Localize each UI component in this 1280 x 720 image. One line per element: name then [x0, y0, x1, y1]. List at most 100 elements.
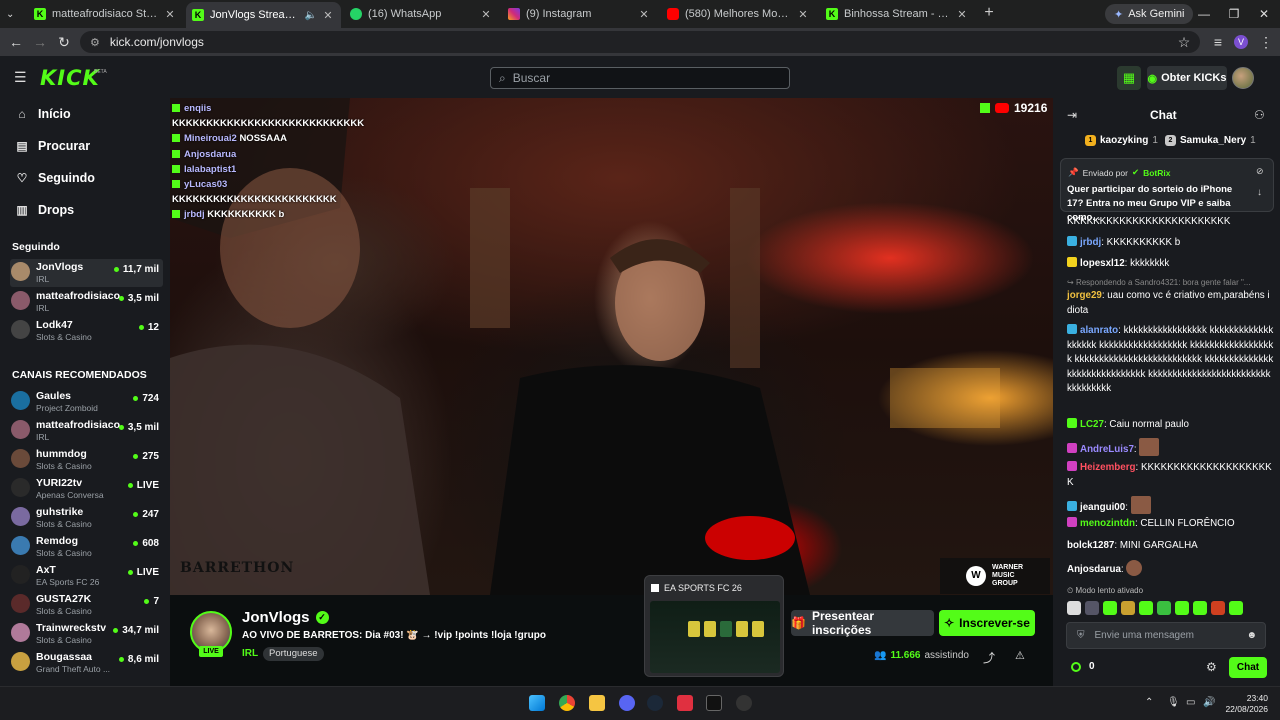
close-icon[interactable]: ✕	[637, 8, 651, 21]
sidebar-channel[interactable]: guhstrike Slots & Casino 247	[10, 504, 163, 532]
file-explorer-icon[interactable]	[589, 695, 605, 711]
quick-emote[interactable]	[1229, 601, 1243, 615]
tray-chevron-icon[interactable]: ⌃	[1145, 697, 1153, 708]
media-control-icon[interactable]: ≡	[1210, 34, 1226, 50]
browser-tab[interactable]: K matteafrodisiaco Stream - Watch ✕	[28, 3, 183, 25]
windows-start-icon[interactable]	[529, 695, 545, 711]
chat-settings-gear-icon[interactable]: ⚙	[1206, 660, 1217, 674]
close-icon[interactable]: ✕	[955, 8, 969, 21]
hamburger-menu-icon[interactable]: ☰	[14, 70, 28, 84]
stream-category[interactable]: IRL	[242, 648, 258, 659]
site-info-icon[interactable]: ⚙	[90, 36, 100, 49]
volume-icon[interactable]: 🔊	[1203, 697, 1215, 708]
sidebar-channel[interactable]: matteafrodisiaco IRL 3,5 mil	[10, 288, 163, 316]
sidebar-channel[interactable]: Bougassaa Grand Theft Auto ... 8,6 mil	[10, 649, 163, 677]
discord-icon[interactable]	[619, 695, 635, 711]
user-avatar[interactable]	[1232, 67, 1254, 89]
close-icon[interactable]: ✕	[321, 9, 335, 22]
chrome-icon[interactable]	[559, 695, 575, 711]
chat-username[interactable]: jorge29	[1067, 290, 1102, 301]
browser-tab-active[interactable]: K JonVlogs Stream - Watch Li 🔈 ✕	[186, 2, 341, 28]
chat-username[interactable]: menozintdn	[1080, 518, 1135, 529]
browser-tab[interactable]: (580) Melhores Momentos da ✕	[661, 3, 816, 25]
language-tag[interactable]: Portuguese	[263, 647, 324, 661]
chat-users-icon[interactable]: ⚇	[1254, 108, 1265, 122]
bookmark-star-icon[interactable]: ☆	[1176, 34, 1192, 50]
chat-message-input[interactable]: ⛨ Envie uma mensagem ☻	[1066, 622, 1266, 649]
sidebar-item-following[interactable]: ♡ Seguindo	[16, 171, 95, 185]
kicks-wallet-icon[interactable]: ▦	[1117, 66, 1141, 90]
sidebar-channel[interactable]: Remdog Slots & Casino 608	[10, 533, 163, 561]
expand-pin-icon[interactable]: ↓	[1257, 187, 1262, 198]
browser-tab[interactable]: (16) WhatsApp ✕	[344, 3, 499, 25]
report-icon[interactable]: ⚠	[1015, 649, 1025, 662]
profile-avatar[interactable]: V	[1234, 35, 1248, 49]
system-clock[interactable]: 23:40 22/08/2026	[1222, 693, 1268, 715]
sidebar-channel[interactable]: YURI22tv Apenas Conversa LIVE	[10, 475, 163, 503]
app-red-icon[interactable]	[677, 695, 693, 711]
sidebar-channel[interactable]: AxT EA Sports FC 26 LIVE	[10, 562, 163, 590]
emoji-icon[interactable]: ☻	[1246, 630, 1257, 641]
kick-logo[interactable]: KICK	[40, 66, 100, 90]
quick-emote[interactable]	[1103, 601, 1117, 615]
taskbar-window-preview[interactable]: EA SPORTS FC 26	[644, 575, 784, 677]
sidebar-channel[interactable]: Gaules Project Zomboid 724	[10, 388, 163, 416]
sidebar-channel[interactable]: GUSTA27K Slots & Casino 7	[10, 591, 163, 619]
microphone-icon[interactable]: 🎙	[1167, 697, 1180, 708]
quick-emote[interactable]	[1067, 601, 1081, 615]
top-gifter[interactable]: 2 Samuka_Nery 1	[1165, 135, 1256, 146]
quick-emote[interactable]	[1175, 601, 1189, 615]
subscribe-button[interactable]: ✧ Inscrever-se	[939, 610, 1035, 636]
sidebar-item-browse[interactable]: ▤ Procurar	[16, 139, 90, 153]
browser-tab[interactable]: K Binhossa Stream - Watch Live o ✕	[820, 3, 975, 25]
app-gray-icon[interactable]	[736, 695, 752, 711]
forward-arrow-icon[interactable]: →	[32, 34, 48, 50]
more-menu-icon[interactable]: ⋮	[1258, 34, 1274, 50]
minimize-icon[interactable]: —	[1196, 6, 1212, 22]
back-arrow-icon[interactable]: ←	[8, 34, 24, 50]
chat-username[interactable]: Anjosdarua	[1067, 564, 1121, 575]
url-field[interactable]: ⚙ kick.com/jonvlogs	[80, 31, 1200, 53]
ask-gemini-button[interactable]: ✦ Ask Gemini	[1105, 4, 1194, 24]
close-icon[interactable]: ✕	[479, 8, 493, 21]
sidebar-channel[interactable]: JonVlogs IRL 11,7 mil	[10, 259, 163, 287]
search-input[interactable]: ⌕ Buscar	[490, 67, 790, 89]
gift-subs-button[interactable]: 🎁 Presentear inscrições	[791, 609, 934, 637]
ea-sports-fc-icon[interactable]	[706, 695, 722, 711]
reload-icon[interactable]: ↻	[56, 34, 72, 50]
close-window-icon[interactable]: ✕	[1256, 6, 1272, 22]
quick-emote[interactable]	[1139, 601, 1153, 615]
speaker-icon[interactable]: 🔈	[305, 10, 317, 21]
quick-emote[interactable]	[1211, 601, 1225, 615]
chat-username[interactable]: lopesxl12	[1080, 258, 1125, 269]
close-icon[interactable]: ✕	[163, 8, 177, 21]
share-icon[interactable]: ⤴	[983, 649, 995, 666]
chat-username[interactable]: jrbdj	[1080, 237, 1101, 248]
quick-emote[interactable]	[1085, 601, 1099, 615]
tab-search-icon[interactable]: ⌄	[0, 3, 26, 25]
send-chat-button[interactable]: Chat	[1229, 657, 1267, 678]
chat-username[interactable]: AndreLuis7	[1080, 444, 1134, 455]
chat-username[interactable]: LC27	[1080, 419, 1104, 430]
chat-username[interactable]: Heizemberg	[1080, 462, 1136, 473]
hide-pin-icon[interactable]: ⊘	[1256, 166, 1264, 177]
chat-username[interactable]: bolck1287	[1067, 540, 1114, 551]
quick-emote[interactable]	[1193, 601, 1207, 615]
sidebar-item-home[interactable]: ⌂ Início	[16, 107, 70, 121]
sidebar-channel[interactable]: hummdog Slots & Casino 275	[10, 446, 163, 474]
chat-username[interactable]: alanrato	[1080, 325, 1118, 336]
maximize-icon[interactable]: ❐	[1226, 6, 1242, 22]
get-kicks-button[interactable]: ◉ Obter KICKs	[1147, 66, 1227, 90]
steam-icon[interactable]	[647, 695, 663, 711]
pinned-message[interactable]: 📌 Enviado por ✔ BotRix Quer participar do s…	[1060, 158, 1274, 223]
sidebar-channel[interactable]: matteafrodisiaco IRL 3,5 mil	[10, 417, 163, 445]
quick-emote[interactable]	[1157, 601, 1171, 615]
new-tab-button[interactable]: +	[981, 5, 997, 21]
sidebar-channel[interactable]: Trainwreckstv Slots & Casino 34,7 mil	[10, 620, 163, 648]
sidebar-item-drops[interactable]: ▥ Drops	[16, 203, 74, 217]
top-gifter[interactable]: 1 kaozyking 1	[1085, 135, 1158, 146]
network-icon[interactable]: ▭	[1186, 697, 1195, 708]
quick-emote[interactable]	[1121, 601, 1135, 615]
kicks-balance[interactable]: 0	[1071, 661, 1095, 672]
sidebar-channel[interactable]: Lodk47 Slots & Casino 12	[10, 317, 163, 345]
